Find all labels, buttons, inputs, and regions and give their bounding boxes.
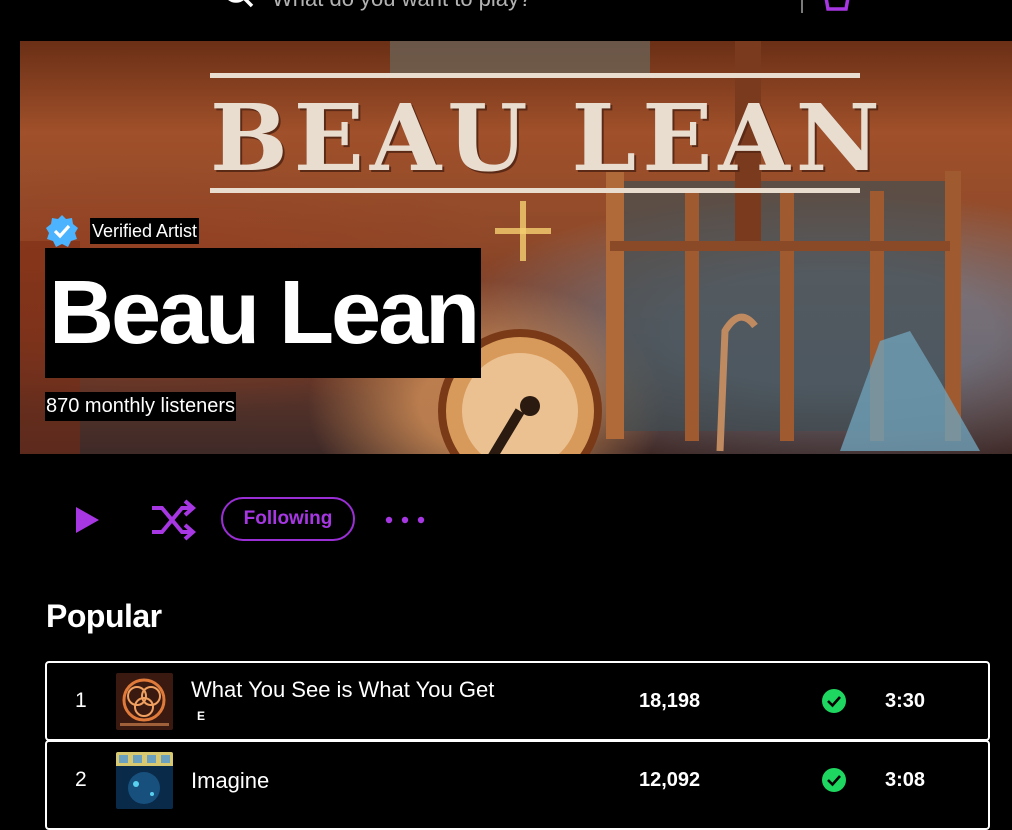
track-play-count: 12,092 <box>639 769 701 791</box>
saved-check-icon[interactable] <box>822 768 846 792</box>
search-input[interactable]: What do you want to play? <box>272 0 531 12</box>
track-duration: 3:30 <box>885 690 926 712</box>
popular-section-title: Popular <box>46 598 162 634</box>
track-title[interactable]: Imagine <box>191 768 269 794</box>
saved-check-icon[interactable] <box>822 689 846 713</box>
track-row[interactable]: 1 What You See is What You Get E 18,198 … <box>45 661 990 741</box>
search-icon[interactable] <box>222 0 256 10</box>
divider <box>801 0 803 13</box>
track-duration: 3:08 <box>885 769 926 791</box>
track-number: 1 <box>75 689 87 712</box>
explicit-badge: E <box>197 709 206 723</box>
track-play-count: 18,198 <box>639 690 701 712</box>
home-icon[interactable] <box>143 0 173 10</box>
play-button[interactable] <box>70 503 104 537</box>
banner-logo-text: BEAU LEAN <box>210 73 880 193</box>
track-title[interactable]: What You See is What You Get <box>191 677 494 703</box>
following-button[interactable]: Following <box>221 497 355 541</box>
shuffle-button[interactable] <box>150 499 196 541</box>
verified-badge-icon <box>46 215 78 247</box>
verified-artist-label: Verified Artist <box>90 218 200 244</box>
track-cover-art <box>116 752 173 809</box>
monthly-listeners: 870 monthly listeners <box>45 392 236 421</box>
artist-name: Beau Lean <box>45 248 482 378</box>
top-bar: What do you want to play? <box>0 0 1012 30</box>
track-cover-art <box>116 673 173 730</box>
basket-icon[interactable] <box>822 0 852 12</box>
track-number: 2 <box>75 768 87 791</box>
more-options-icon[interactable] <box>383 508 429 532</box>
track-row[interactable]: 2 Imagine 12,092 3:08 <box>45 740 990 830</box>
